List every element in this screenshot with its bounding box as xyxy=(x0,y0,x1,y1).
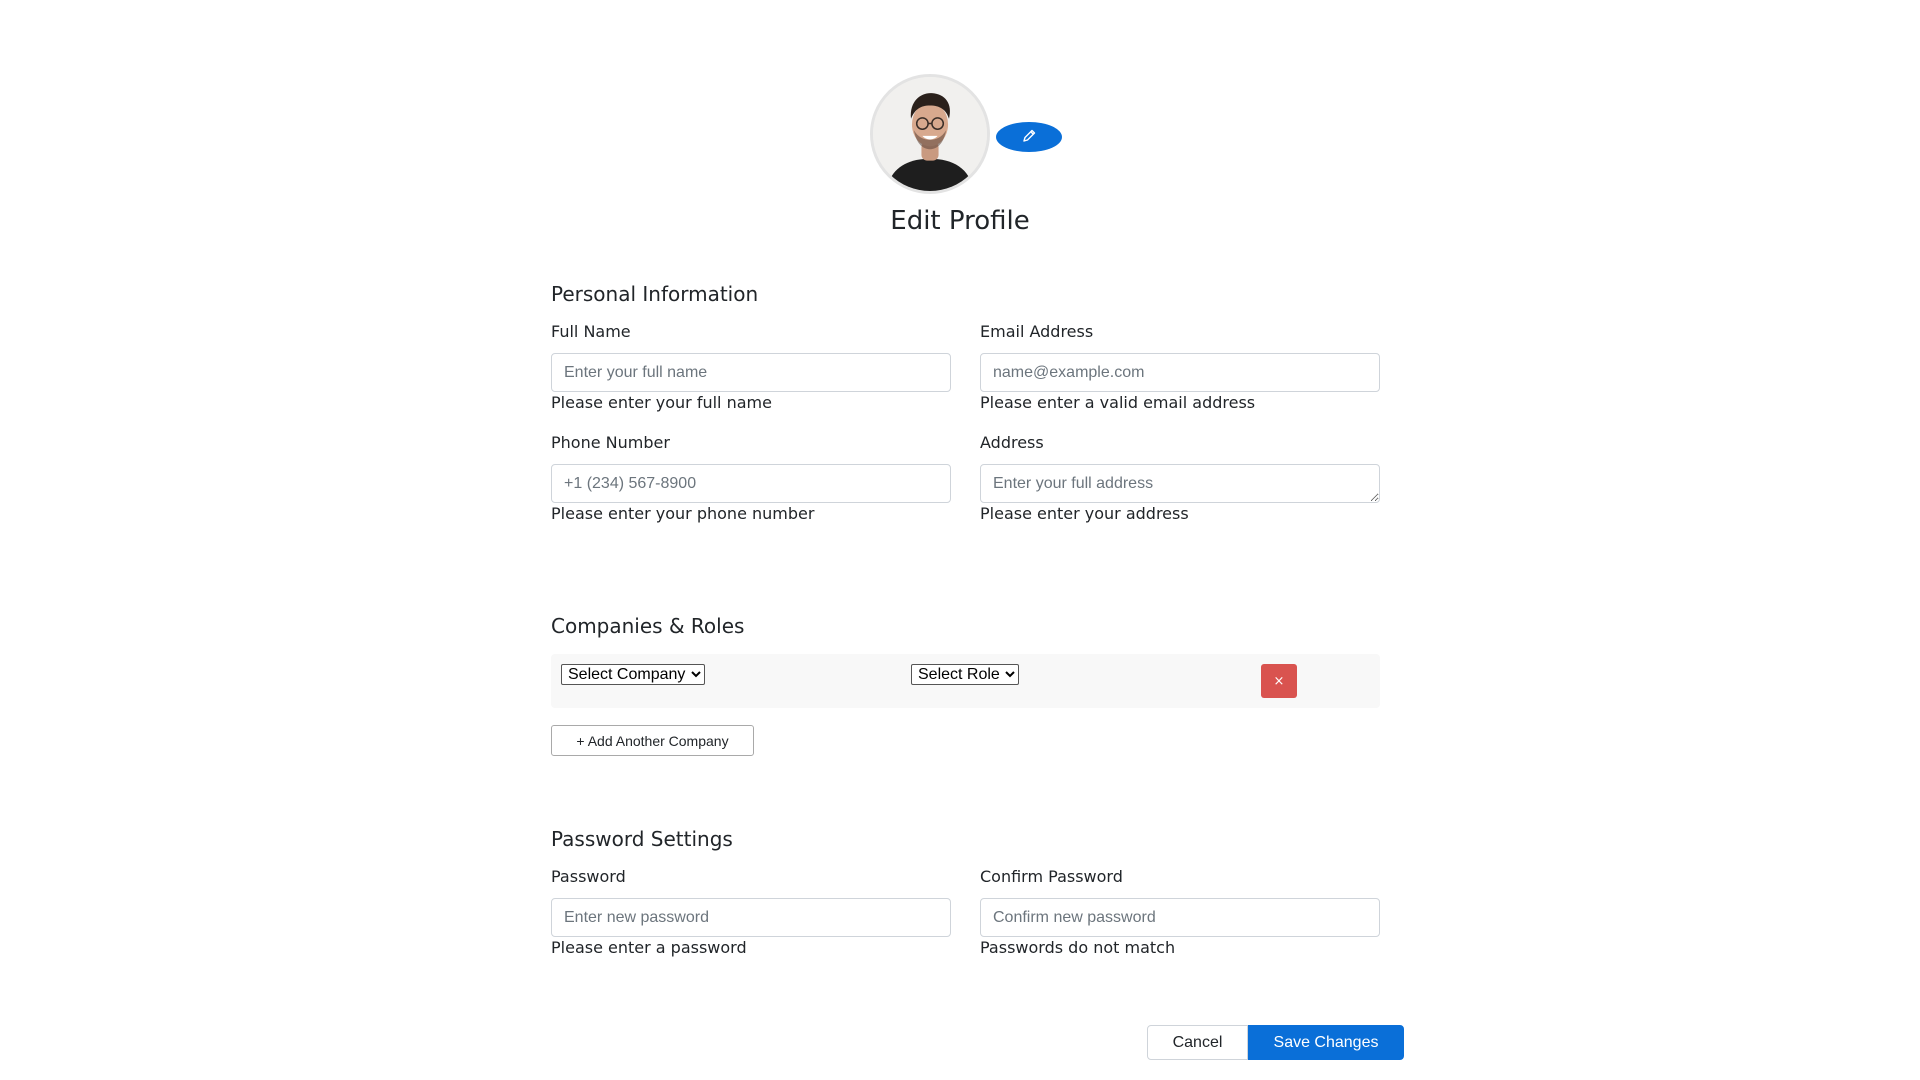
page-title: Edit Profile xyxy=(890,206,1030,236)
confirm-password-input[interactable] xyxy=(980,898,1380,937)
email-label: Email Address xyxy=(980,322,1094,341)
role-select[interactable]: Select Role xyxy=(911,664,1019,685)
password-settings-heading: Password Settings xyxy=(551,827,733,851)
password-input[interactable] xyxy=(551,898,951,937)
email-help: Please enter a valid email address xyxy=(980,393,1256,412)
password-help: Please enter a password xyxy=(551,938,747,957)
address-textarea[interactable] xyxy=(980,464,1380,503)
phone-help: Please enter your phone number xyxy=(551,504,815,523)
companies-roles-heading: Companies & Roles xyxy=(551,614,745,638)
company-select[interactable]: Select Company xyxy=(561,664,705,685)
company-role-row: Select Company Select Role × xyxy=(551,654,1380,708)
address-help: Please enter your address xyxy=(980,504,1189,523)
confirm-password-label: Confirm Password xyxy=(980,867,1123,886)
personal-info-heading: Personal Information xyxy=(551,282,759,306)
cancel-button[interactable]: Cancel xyxy=(1147,1025,1248,1060)
pencil-icon xyxy=(1021,128,1037,147)
full-name-help: Please enter your full name xyxy=(551,393,772,412)
address-label: Address xyxy=(980,433,1044,452)
add-company-button[interactable]: + Add Another Company xyxy=(551,725,754,756)
close-icon: × xyxy=(1273,673,1285,689)
remove-company-button[interactable]: × xyxy=(1261,664,1297,698)
password-label: Password xyxy=(551,867,626,886)
save-changes-button[interactable]: Save Changes xyxy=(1248,1025,1404,1060)
edit-profile-page: Edit Profile Personal Information Full N… xyxy=(0,0,1920,1080)
edit-avatar-button[interactable] xyxy=(996,122,1062,152)
avatar-image xyxy=(873,77,987,191)
full-name-label: Full Name xyxy=(551,322,631,341)
phone-input[interactable] xyxy=(551,464,951,503)
full-name-input[interactable] xyxy=(551,353,951,392)
phone-label: Phone Number xyxy=(551,433,670,452)
avatar xyxy=(870,74,990,194)
email-input[interactable] xyxy=(980,353,1380,392)
confirm-password-help: Passwords do not match xyxy=(980,938,1176,957)
